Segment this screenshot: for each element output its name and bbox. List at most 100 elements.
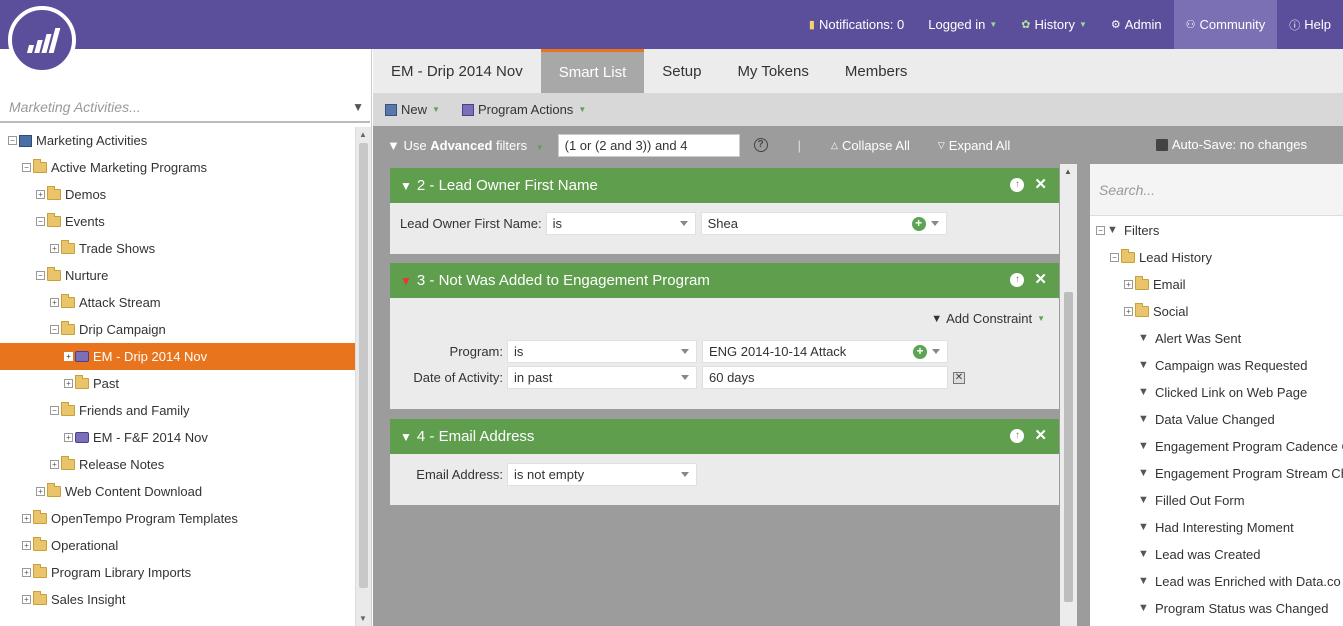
tree-item[interactable]: + EM - Drip 2014 Nov <box>0 343 355 370</box>
left-search[interactable]: Marketing Activities... ▼ <box>0 93 370 123</box>
left-scrollbar[interactable]: ▲ ▼ <box>355 127 371 626</box>
scroll-up-icon[interactable]: ▲ <box>1064 167 1072 176</box>
tree-item[interactable]: + Past <box>0 370 355 397</box>
tab-members[interactable]: Members <box>827 49 926 93</box>
tree-item[interactable]: + Sales Insight <box>0 586 355 613</box>
tab-my-tokens[interactable]: My Tokens <box>719 49 826 93</box>
expand-toggle-icon[interactable]: + <box>50 298 59 307</box>
collapse-toggle-icon[interactable]: − <box>1096 226 1105 235</box>
filter-tree-item[interactable]: ▼ Alert Was Sent <box>1138 325 1241 352</box>
filter-tree-item[interactable]: ▼ Filled Out Form <box>1138 487 1245 514</box>
collapse-all-button[interactable]: △ Collapse All <box>831 138 910 153</box>
tree-item[interactable]: + Web Content Download <box>0 478 355 505</box>
admin-link[interactable]: ⚙ Admin <box>1099 0 1174 49</box>
filter-tree-item[interactable]: ▼ Clicked Link on Web Page <box>1138 379 1307 406</box>
advanced-filters-toggle[interactable]: ▼ Use Advanced filters ▼ <box>387 138 544 153</box>
filter-tree-item[interactable]: ▼ Campaign was Requested <box>1138 352 1307 379</box>
expand-toggle-icon[interactable]: + <box>64 352 73 361</box>
tree-item[interactable]: + Release Notes <box>0 451 355 478</box>
expand-toggle-icon[interactable]: + <box>50 244 59 253</box>
expand-toggle-icon[interactable]: + <box>36 487 45 496</box>
tree-item[interactable]: − Active Marketing Programs <box>0 154 355 181</box>
filter-tree-item[interactable]: ▼ Engagement Program Cadence C <box>1138 433 1343 460</box>
tab-smart-list[interactable]: Smart List <box>540 49 645 93</box>
expand-toggle-icon[interactable]: + <box>1124 280 1133 289</box>
filter-card-header[interactable]: ▼ 3 - Not Was Added to Engagement Progra… <box>390 263 1059 298</box>
collapse-toggle-icon[interactable]: − <box>50 406 59 415</box>
add-constraint-button[interactable]: ▼ Add Constraint ▼ <box>931 311 1045 326</box>
expand-toggle-icon[interactable]: + <box>64 379 73 388</box>
right-search[interactable]: Search... <box>1090 164 1343 216</box>
tree-item[interactable]: − Events <box>0 208 355 235</box>
tree-item[interactable]: + EM - F&F 2014 Nov <box>0 424 355 451</box>
move-up-icon[interactable]: ↑ <box>1010 429 1025 443</box>
close-icon[interactable]: ✕ <box>1034 177 1047 192</box>
tree-item[interactable]: − Friends and Family <box>0 397 355 424</box>
filter-tree-item[interactable]: ▼ Lead was Enriched with Data.co <box>1138 568 1341 595</box>
help-link[interactable]: ⓘ Help <box>1277 0 1343 49</box>
help-icon[interactable]: ? <box>753 138 768 152</box>
filter-tree-item[interactable]: + Social <box>1124 298 1188 325</box>
collapse-toggle-icon[interactable]: − <box>8 136 17 145</box>
add-icon[interactable]: + <box>913 345 927 359</box>
collapse-toggle-icon[interactable]: − <box>50 325 59 334</box>
date-value-input[interactable]: 60 days <box>702 366 948 389</box>
operator-select[interactable]: is <box>545 212 696 235</box>
expand-toggle-icon[interactable]: + <box>36 190 45 199</box>
operator-select[interactable]: is not empty <box>507 463 697 486</box>
left-search-input[interactable]: Marketing Activities... <box>9 99 141 115</box>
tab-program-name[interactable]: EM - Drip 2014 Nov <box>373 49 541 93</box>
history-menu[interactable]: ✿ History ▼ <box>1009 0 1099 49</box>
filter-search-input[interactable]: Search... <box>1099 182 1155 198</box>
program-value-select[interactable]: ENG 2014-10-14 Attack + <box>702 340 948 363</box>
tree-item[interactable]: + Demos <box>0 181 355 208</box>
tree-item[interactable]: − Marketing Activities <box>0 127 355 154</box>
close-icon[interactable]: ✕ <box>1034 428 1047 443</box>
date-operator-select[interactable]: in past <box>507 366 697 389</box>
canvas-scrollbar[interactable]: ▲ <box>1060 164 1077 626</box>
add-icon[interactable]: + <box>911 217 926 231</box>
filter-tree-item[interactable]: − Lead History <box>1110 244 1212 271</box>
move-up-icon[interactable]: ↑ <box>1010 273 1025 287</box>
expand-toggle-icon[interactable]: + <box>22 541 31 550</box>
program-actions-button[interactable]: Program Actions ▼ <box>461 102 586 117</box>
tree-item[interactable]: + Program Library Imports <box>0 559 355 586</box>
collapse-toggle-icon[interactable]: − <box>22 163 31 172</box>
community-link[interactable]: ⚇ Community <box>1173 0 1278 49</box>
filter-logic-input[interactable]: (1 or (2 and 3)) and 4 <box>557 133 740 157</box>
scroll-down-icon[interactable]: ▼ <box>359 614 367 623</box>
filter-tree-item[interactable]: ▼ Engagement Program Stream Ch <box>1138 460 1343 487</box>
scroll-up-icon[interactable]: ▲ <box>359 130 367 139</box>
filter-tree-item[interactable]: − ▼ Filters <box>1096 217 1159 244</box>
scrollbar-thumb[interactable] <box>359 143 368 588</box>
tree-item[interactable]: + Trade Shows <box>0 235 355 262</box>
tree-item[interactable]: − Drip Campaign <box>0 316 355 343</box>
expand-toggle-icon[interactable]: + <box>22 568 31 577</box>
tree-item[interactable]: + OpenTempo Program Templates <box>0 505 355 532</box>
filter-icon[interactable]: ▼ <box>352 100 364 114</box>
filter-card-header[interactable]: ▼ 2 - Lead Owner First Name ↑ ✕ <box>390 168 1059 203</box>
collapse-toggle-icon[interactable]: − <box>1110 253 1119 262</box>
expand-all-button[interactable]: ▽ Expand All <box>938 138 1010 153</box>
expand-toggle-icon[interactable]: + <box>50 460 59 469</box>
value-select[interactable]: Shea + <box>700 212 947 235</box>
move-up-icon[interactable]: ↑ <box>1010 178 1025 192</box>
tree-item[interactable]: + Attack Stream <box>0 289 355 316</box>
filter-tree-item[interactable]: ▼ Data Value Changed <box>1138 406 1275 433</box>
expand-toggle-icon[interactable]: + <box>64 433 73 442</box>
filter-tree-item[interactable]: ▼ Program Status was Changed <box>1138 595 1328 622</box>
tree-item[interactable]: + Operational <box>0 532 355 559</box>
remove-constraint-icon[interactable]: ✕ <box>953 371 965 384</box>
expand-toggle-icon[interactable]: + <box>22 514 31 523</box>
collapse-toggle-icon[interactable]: − <box>36 271 45 280</box>
tab-setup[interactable]: Setup <box>644 49 719 93</box>
expand-toggle-icon[interactable]: + <box>1124 307 1133 316</box>
filter-card-header[interactable]: ▼ 4 - Email Address ↑ ✕ <box>390 419 1059 454</box>
new-button[interactable]: New ▼ <box>385 102 440 117</box>
tree-item[interactable]: − Nurture <box>0 262 355 289</box>
program-operator-select[interactable]: is <box>507 340 697 363</box>
filter-tree-item[interactable]: + Email <box>1124 271 1186 298</box>
collapse-toggle-icon[interactable]: − <box>36 217 45 226</box>
notifications-link[interactable]: ▮ Notifications: 0 <box>797 0 916 49</box>
filter-tree-item[interactable]: ▼ Lead was Created <box>1138 541 1261 568</box>
